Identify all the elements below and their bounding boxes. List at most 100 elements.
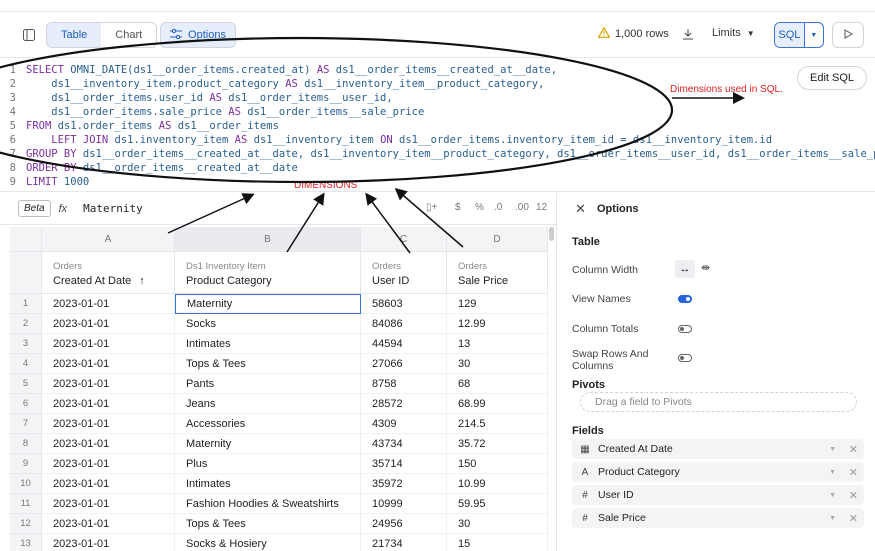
column-totals-toggle[interactable] [678,325,692,333]
table-cell[interactable]: 2023-01-01 [42,354,175,374]
table-cell[interactable]: 35972 [361,474,447,494]
field-header-sale-price[interactable]: Orders Sale Price [447,252,548,294]
field-pill[interactable]: # Sale Price ▼ ✕ [572,508,864,528]
table-cell[interactable]: 2023-01-01 [42,294,175,314]
table-cell[interactable]: 8758 [361,374,447,394]
table-cell[interactable]: 12.99 [447,314,548,334]
row-number[interactable]: 13 [10,534,42,551]
table-cell[interactable]: 68.99 [447,394,548,414]
pivots-dropzone[interactable]: Drag a field to Pivots [580,392,857,412]
run-button[interactable] [832,22,864,48]
row-number[interactable]: 11 [10,494,42,514]
table-cell[interactable]: 59.95 [447,494,548,514]
remove-field-icon[interactable]: ✕ [849,466,858,479]
table-cell[interactable]: Accessories [175,414,361,434]
field-pill[interactable]: ▦ Created At Date ▼ ✕ [572,439,864,459]
currency-icon[interactable]: $ [455,202,461,213]
table-cell[interactable]: Maternity [175,434,361,454]
close-icon[interactable]: ✕ [575,201,586,217]
table-cell[interactable]: Maternity [175,294,361,314]
column-letter[interactable]: C [361,227,447,252]
table-cell[interactable]: 2023-01-01 [42,334,175,354]
table-cell[interactable]: 2023-01-01 [42,314,175,334]
row-number[interactable]: 4 [10,354,42,374]
table-cell[interactable]: Intimates [175,474,361,494]
field-header-created-at-date[interactable]: Orders Created At Date ↑ [42,252,175,294]
row-number[interactable]: 8 [10,434,42,454]
table-cell[interactable]: 10999 [361,494,447,514]
chevron-down-icon[interactable]: ▼ [829,492,836,499]
chevron-down-icon[interactable]: ▼ [829,469,836,476]
number-format-icon[interactable]: 12 [536,202,547,213]
table-cell[interactable]: 2023-01-01 [42,414,175,434]
table-cell[interactable]: 21734 [361,534,447,551]
table-cell[interactable]: 150 [447,454,548,474]
row-number[interactable]: 1 [10,294,42,314]
table-cell[interactable]: 2023-01-01 [42,534,175,551]
table-cell[interactable]: 30 [447,354,548,374]
options-button[interactable]: Options [160,22,236,48]
table-cell[interactable]: 129 [447,294,548,314]
formula-input[interactable]: Maternity [83,202,143,215]
auto-width-icon[interactable]: ⇼ [701,261,710,274]
column-letter[interactable]: D [447,227,548,252]
table-cell[interactable]: 24956 [361,514,447,534]
table-cell[interactable]: 2023-01-01 [42,434,175,454]
table-cell[interactable]: 4309 [361,414,447,434]
table-cell[interactable]: 2023-01-01 [42,494,175,514]
sidebar-toggle-icon[interactable] [22,28,36,42]
sql-editor[interactable]: 1 SELECT OMNI_DATE(ds1__order_items.creat… [0,58,875,192]
table-cell[interactable]: Plus [175,454,361,474]
remove-field-icon[interactable]: ✕ [849,489,858,502]
column-letter[interactable]: B [175,227,361,252]
column-format-icon[interactable]: ▯+ [426,202,437,213]
table-cell[interactable]: Socks [175,314,361,334]
table-cell[interactable]: 84086 [361,314,447,334]
table-cell[interactable]: 2023-01-01 [42,454,175,474]
table-cell[interactable]: 35714 [361,454,447,474]
table-cell[interactable]: 30 [447,514,548,534]
view-names-toggle[interactable] [678,295,692,303]
table-cell[interactable]: 10.99 [447,474,548,494]
table-cell[interactable]: Tops & Tees [175,354,361,374]
row-number[interactable]: 7 [10,414,42,434]
grid-scrollbar[interactable] [549,227,554,241]
edit-sql-button[interactable]: Edit SQL [797,66,867,90]
table-cell[interactable]: Fashion Hoodies & Sweatshirts [175,494,361,514]
download-icon[interactable] [682,27,694,45]
table-cell[interactable]: 2023-01-01 [42,374,175,394]
table-cell[interactable]: 15 [447,534,548,551]
tab-table[interactable]: Table [47,23,102,47]
table-cell[interactable]: 44594 [361,334,447,354]
fit-width-icon[interactable]: ↔ [675,260,695,278]
row-number[interactable]: 9 [10,454,42,474]
table-cell[interactable]: Pants [175,374,361,394]
row-number[interactable]: 6 [10,394,42,414]
table-cell[interactable]: Jeans [175,394,361,414]
increase-decimals-icon[interactable]: .00 [515,202,529,213]
table-cell[interactable]: 2023-01-01 [42,474,175,494]
row-number[interactable]: 3 [10,334,42,354]
table-cell[interactable]: 35.72 [447,434,548,454]
table-cell[interactable]: Tops & Tees [175,514,361,534]
sql-button[interactable]: SQL [775,23,804,47]
chevron-down-icon[interactable]: ▼ [829,446,836,453]
table-cell[interactable]: 2023-01-01 [42,394,175,414]
table-cell[interactable]: Socks & Hosiery [175,534,361,551]
sort-ascending-icon[interactable]: ↑ [139,275,145,287]
field-header-product-category[interactable]: Ds1 Inventory Item Product Category [175,252,361,294]
sql-dropdown-icon[interactable]: ▼ [803,23,823,47]
row-number[interactable]: 2 [10,314,42,334]
field-pill[interactable]: A Product Category ▼ ✕ [572,462,864,482]
row-number[interactable]: 10 [10,474,42,494]
remove-field-icon[interactable]: ✕ [849,443,858,456]
table-cell[interactable]: 43734 [361,434,447,454]
field-header-user-id[interactable]: Orders User ID [361,252,447,294]
field-pill[interactable]: # User ID ▼ ✕ [572,485,864,505]
remove-field-icon[interactable]: ✕ [849,512,858,525]
limits-dropdown[interactable]: Limits ▼ [712,27,755,39]
table-cell[interactable]: 28572 [361,394,447,414]
column-letter[interactable]: A [42,227,175,252]
table-cell[interactable]: 13 [447,334,548,354]
tab-chart[interactable]: Chart [101,23,156,47]
